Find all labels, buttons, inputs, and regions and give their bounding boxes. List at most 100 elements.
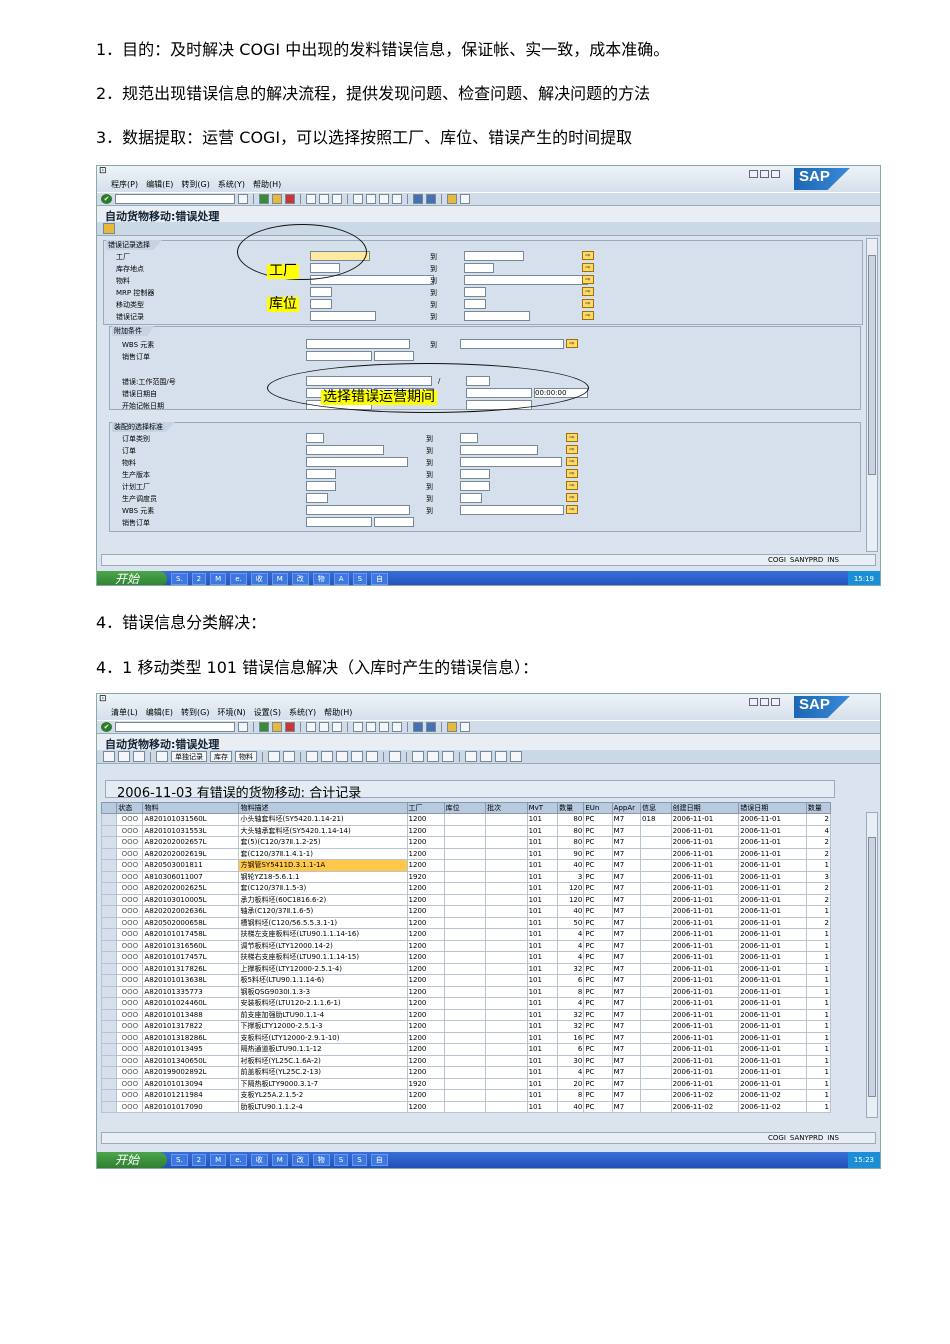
row-selector[interactable] bbox=[100, 882, 118, 895]
table-row[interactable]: ΟΟΟ A820101335773 钢板QSG9030Ⅰ.1.3-3 1200 101 8… bbox=[100, 985, 832, 998]
command-field[interactable] bbox=[115, 722, 235, 732]
column-header[interactable]: 库位 bbox=[443, 802, 487, 814]
graphic-icon[interactable] bbox=[495, 751, 507, 762]
filter-icon[interactable] bbox=[351, 751, 363, 762]
row-selector[interactable] bbox=[100, 836, 118, 849]
enter-icon[interactable]: ✔ bbox=[101, 194, 112, 204]
column-header[interactable]: 创建日期 bbox=[670, 802, 740, 814]
to-input[interactable] bbox=[464, 263, 494, 273]
row-selector[interactable] bbox=[100, 1089, 118, 1102]
table-row[interactable]: ΟΟΟ A820101017457L 扶梯右支座板料坯(LTU90.1.1.14-1… bbox=[100, 951, 832, 964]
table-row[interactable]: ΟΟΟ A820101317826L 上撑板料坯(LTY12000-2.5.1-4)… bbox=[100, 962, 832, 975]
menu-item[interactable]: 转到(G) bbox=[181, 707, 209, 718]
row-selector[interactable] bbox=[100, 847, 118, 860]
to-input[interactable] bbox=[460, 469, 490, 479]
row-selector[interactable] bbox=[100, 870, 118, 883]
row-selector[interactable] bbox=[100, 962, 118, 975]
column-header[interactable]: 数量 bbox=[805, 802, 832, 814]
column-header[interactable]: 批次 bbox=[485, 802, 528, 814]
start-button[interactable]: 开始 bbox=[97, 571, 167, 585]
last-page-icon[interactable] bbox=[392, 722, 402, 732]
table-row[interactable]: ΟΟΟ A820101031553L 大头轴承套料坯(SY5420.1.14-14)… bbox=[100, 824, 832, 837]
taskbar-item[interactable]: 改 bbox=[291, 1154, 309, 1166]
layout-icon[interactable] bbox=[460, 722, 470, 732]
table-row[interactable]: ΟΟΟ A820101031560L 小头轴套料坯(SY5420.1.14-21) 1… bbox=[100, 813, 832, 826]
item-input[interactable] bbox=[374, 517, 414, 527]
taskbar-item[interactable]: M bbox=[210, 573, 227, 585]
table-row[interactable]: ΟΟΟ A820202002619L 套(C120/37Ⅱ.1.4.1-1) 1200… bbox=[100, 847, 832, 860]
command-field[interactable] bbox=[115, 194, 235, 204]
save-icon[interactable] bbox=[238, 194, 248, 204]
shortcut-icon[interactable] bbox=[426, 194, 436, 204]
from-input[interactable] bbox=[306, 505, 410, 515]
details-icon[interactable] bbox=[103, 751, 115, 762]
taskbar-item[interactable]: e. bbox=[230, 573, 247, 585]
multiple-selection-icon[interactable]: ⇨ bbox=[582, 263, 594, 272]
column-header[interactable]: 数量 bbox=[557, 802, 585, 814]
column-header[interactable]: 信息 bbox=[640, 802, 672, 814]
new-session-icon[interactable] bbox=[413, 722, 423, 732]
shortcut-icon[interactable] bbox=[426, 722, 436, 732]
row-selector[interactable] bbox=[100, 1008, 118, 1021]
help-icon[interactable] bbox=[447, 194, 457, 204]
from-input[interactable] bbox=[306, 517, 372, 527]
multiple-selection-icon[interactable]: ⇨ bbox=[566, 339, 578, 348]
next-page-icon[interactable] bbox=[379, 722, 389, 732]
row-selector[interactable] bbox=[100, 951, 118, 964]
find-next-icon[interactable] bbox=[332, 194, 342, 204]
find-icon[interactable] bbox=[319, 722, 329, 732]
row-selector[interactable] bbox=[100, 974, 118, 987]
first-page-icon[interactable] bbox=[353, 722, 363, 732]
refresh-icon[interactable] bbox=[118, 751, 130, 762]
to-input[interactable] bbox=[460, 433, 478, 443]
row-selector[interactable] bbox=[100, 985, 118, 998]
taskbar-item[interactable]: S bbox=[333, 1154, 349, 1166]
vertical-scrollbar[interactable] bbox=[866, 812, 878, 1118]
from-input[interactable] bbox=[306, 457, 408, 467]
print-preview-icon[interactable] bbox=[321, 751, 333, 762]
table-row[interactable]: ΟΟΟ A820202002625L 套(C120/37Ⅱ.1.5-3) 1200 10… bbox=[100, 882, 832, 895]
menu-item[interactable]: 帮助(H) bbox=[253, 179, 281, 190]
row-selector[interactable] bbox=[100, 1077, 118, 1090]
wbs-from-input[interactable] bbox=[306, 339, 410, 349]
layout-icon[interactable] bbox=[460, 194, 470, 204]
taskbar-item[interactable]: S bbox=[352, 573, 368, 585]
maximize-icon[interactable] bbox=[760, 698, 769, 706]
print-icon[interactable] bbox=[306, 194, 316, 204]
layout-change-icon[interactable] bbox=[412, 751, 424, 762]
find-icon[interactable] bbox=[319, 194, 329, 204]
layout-select-icon[interactable] bbox=[427, 751, 439, 762]
deselect-all-icon[interactable] bbox=[283, 751, 295, 762]
table-row[interactable]: ΟΟΟ A820503001811 方钢管SY5411D.3.1.1-1A 1200 1… bbox=[100, 859, 832, 872]
taskbar-item[interactable]: 改 bbox=[291, 573, 309, 585]
enter-icon[interactable]: ✔ bbox=[101, 722, 112, 732]
table-row[interactable]: ΟΟΟ A820101316560L 调节板料坯(LTY12000.14-2) 120… bbox=[100, 939, 832, 952]
row-selector[interactable] bbox=[100, 905, 118, 918]
multiple-selection-icon[interactable]: ⇨ bbox=[582, 251, 594, 260]
row-selector[interactable] bbox=[100, 928, 118, 941]
multiple-selection-icon[interactable]: ⇨ bbox=[566, 493, 578, 502]
details-list-icon[interactable] bbox=[306, 751, 318, 762]
column-header[interactable]: MvT bbox=[526, 802, 559, 814]
sum-icon[interactable] bbox=[366, 751, 378, 762]
last-page-icon[interactable] bbox=[392, 194, 402, 204]
from-input[interactable] bbox=[306, 493, 328, 503]
sort-icon[interactable] bbox=[336, 751, 348, 762]
menu-item[interactable]: 系统(Y) bbox=[218, 179, 245, 190]
to-input[interactable] bbox=[460, 457, 562, 467]
row-selector[interactable] bbox=[100, 813, 118, 826]
table-row[interactable]: ΟΟΟ A820202002636L 轴承(C120/37Ⅱ.1.6-5) 1200 1… bbox=[100, 905, 832, 918]
menu-item[interactable]: 环境(N) bbox=[217, 707, 245, 718]
menu-item[interactable]: 编辑(E) bbox=[146, 707, 173, 718]
minimize-icon[interactable] bbox=[749, 698, 758, 706]
row-selector[interactable] bbox=[100, 1043, 118, 1056]
prev-page-icon[interactable] bbox=[366, 722, 376, 732]
table-row[interactable]: ΟΟΟ A820101211984 支板YL25A.2.1.5-2 1200 101 8 P… bbox=[100, 1089, 832, 1102]
taskbar-item[interactable]: M bbox=[271, 1154, 288, 1166]
taskbar-item[interactable]: 收 bbox=[250, 1154, 268, 1166]
taskbar-item[interactable]: S. bbox=[171, 573, 188, 585]
menu-item[interactable]: 系统(Y) bbox=[289, 707, 316, 718]
taskbar-item[interactable]: A bbox=[333, 573, 349, 585]
table-row[interactable]: ΟΟΟ A820101340650L 衬板料坯(YL25C.1.6A-2) 1200 1… bbox=[100, 1054, 832, 1067]
row-selector[interactable] bbox=[100, 939, 118, 952]
